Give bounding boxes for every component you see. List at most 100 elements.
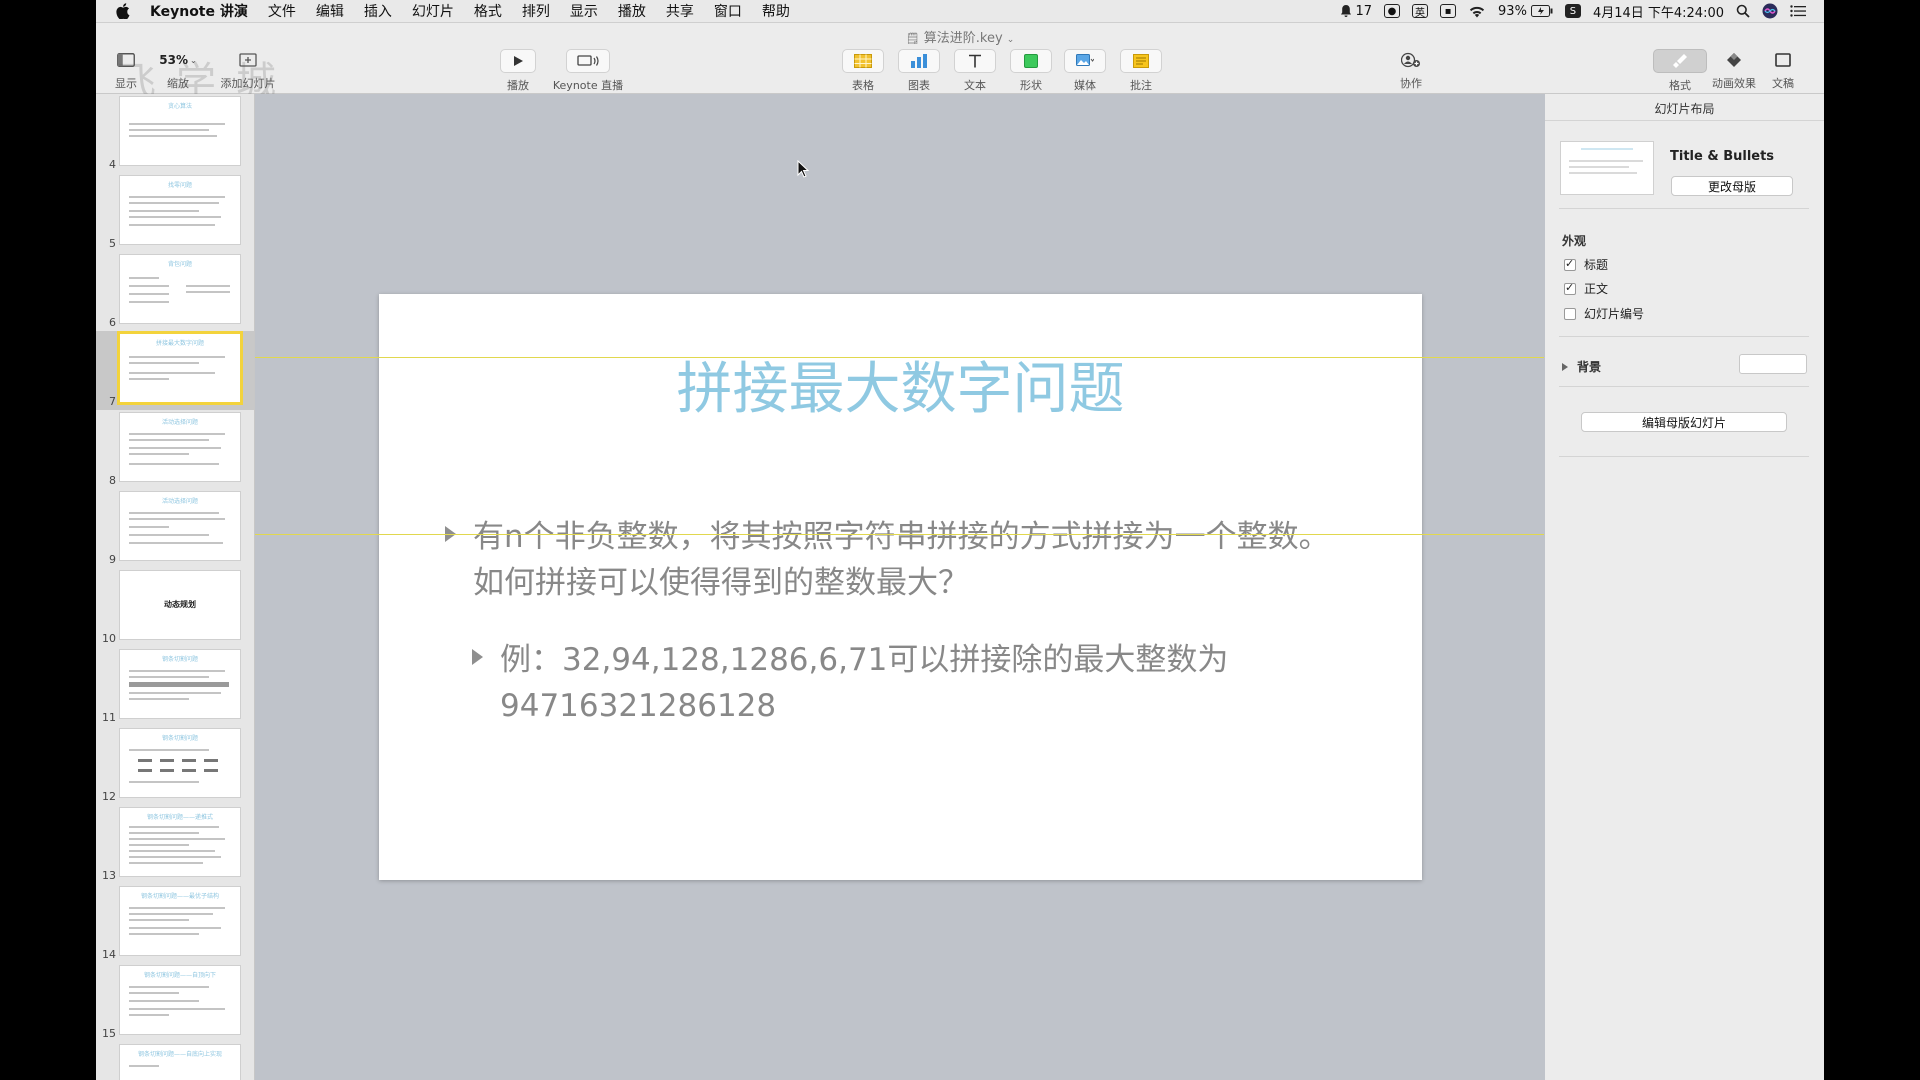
divider	[1559, 456, 1809, 457]
screen: Keynote 讲演 文件 编辑 插入 幻灯片 格式 排列 显示 播放 共享 窗…	[96, 0, 1824, 1080]
battery-status[interactable]: 93%	[1498, 4, 1553, 19]
slide-number-option[interactable]: 幻灯片编号	[1564, 305, 1644, 322]
battery-icon	[1530, 5, 1553, 17]
background-disclosure[interactable]: 背景	[1562, 358, 1601, 375]
menu-app[interactable]: Keynote 讲演	[150, 1, 248, 21]
media-button[interactable]: 媒体	[1063, 49, 1107, 93]
app-s-icon[interactable]: S	[1564, 4, 1581, 18]
animate-button[interactable]: 动画效果	[1707, 49, 1761, 91]
collaborate-button[interactable]: 协作	[1391, 49, 1431, 91]
title-checkbox[interactable]	[1564, 257, 1576, 271]
table-icon	[854, 54, 872, 68]
keynote-doc-icon: 🗒	[905, 32, 920, 45]
title-option[interactable]: 标题	[1564, 256, 1608, 273]
body-checkbox[interactable]	[1564, 281, 1576, 295]
shape-button-frame	[1010, 49, 1052, 73]
chart-button[interactable]: 图表	[897, 49, 941, 93]
animate-label: 动画效果	[1712, 77, 1756, 90]
comment-button[interactable]: 批注	[1119, 49, 1163, 93]
keynote-live-button[interactable]: Keynote 直播	[551, 49, 625, 93]
master-thumbnail[interactable]	[1561, 142, 1653, 194]
alignment-guide	[255, 357, 1544, 358]
collaborate-icon	[1401, 52, 1420, 68]
slide-thumb-7[interactable]: 拼接最大数字问题 7	[96, 331, 254, 410]
slide-thumb-8[interactable]: 活动选择问题 8	[96, 410, 254, 489]
siri-icon[interactable]	[1762, 3, 1778, 19]
slide-thumbnail: 钢条切割问题——递推式	[120, 808, 240, 876]
bell-icon	[1341, 5, 1352, 17]
mic-icon[interactable]: ●	[1384, 4, 1401, 18]
slide-thumb-12[interactable]: 钢条切割问题 12	[96, 726, 254, 805]
slide-thumb-6[interactable]: 背包问题 6	[96, 252, 254, 331]
zoom-button[interactable]: 53% ⌄ 缩放	[158, 49, 198, 91]
thumb-title: 背包问题	[167, 261, 192, 268]
body-option[interactable]: 正文	[1564, 280, 1608, 297]
slide-thumbnail: 钢条切割问题——自顶向下	[120, 966, 240, 1034]
notification-status[interactable]: 17	[1340, 4, 1372, 19]
control-center-icon[interactable]	[1790, 5, 1806, 17]
shape-button[interactable]: 形状	[1009, 49, 1053, 93]
change-master-button[interactable]: 更改母版	[1671, 176, 1793, 196]
keynote-live-icon	[577, 55, 599, 66]
table-button[interactable]: 表格	[841, 49, 885, 93]
text-button-frame	[954, 49, 996, 73]
slide-thumb-16[interactable]: 钢条切割问题——自底向上实现	[96, 1042, 254, 1080]
view-button[interactable]: 显示	[106, 49, 146, 91]
appearance-label: 外观	[1562, 234, 1587, 248]
spotlight-search-icon[interactable]	[1736, 4, 1750, 18]
menu-edit[interactable]: 编辑	[316, 1, 344, 21]
keynote-live-button-frame	[566, 49, 610, 73]
chevron-down-icon: ⌄	[1006, 35, 1015, 45]
thumb-title: 活动选择问题	[161, 498, 198, 505]
menu-insert[interactable]: 插入	[364, 1, 392, 21]
text-button[interactable]: 文本	[953, 49, 997, 93]
document-button[interactable]: 文稿	[1763, 49, 1803, 91]
add-slide-button[interactable]: 添加幻灯片	[218, 49, 278, 91]
document-title[interactable]: 🗒 算法进阶.key ⌄	[96, 27, 1824, 46]
slide-number: 14	[102, 948, 116, 961]
bullet-1[interactable]: 有n个非负整数，将其按照字符串拼接的方式拼接为一个整数。 如何拼接可以使得得到的…	[445, 514, 1330, 606]
menu-share[interactable]: 共享	[666, 1, 694, 21]
background-color-well[interactable]	[1739, 354, 1807, 374]
edit-master-slide-button[interactable]: 编辑母版幻灯片	[1581, 412, 1787, 432]
bullet-2[interactable]: 例：32,94,128,1286,6,71可以拼接除的最大整数为 9471632…	[472, 637, 1228, 729]
bullet-1-line-2: 如何拼接可以使得得到的整数最大？	[473, 565, 969, 601]
slide-thumb-13[interactable]: 钢条切割问题——递推式 13	[96, 805, 254, 884]
slide-thumb-9[interactable]: 活动选择问题 9	[96, 489, 254, 568]
menu-window[interactable]: 窗口	[714, 1, 742, 21]
clock[interactable]: 4月14日 下午4:24:00	[1593, 2, 1724, 21]
menu-slide[interactable]: 幻灯片	[412, 1, 454, 21]
add-slide-button-frame	[218, 49, 278, 71]
slide-thumb-5[interactable]: 找零问题 5	[96, 173, 254, 252]
input-method-indicator[interactable]: 英	[1412, 4, 1429, 19]
current-slide[interactable]: 拼接最大数字问题 有n个非负整数，将其按照字符串拼接的方式拼接为一个整数。 如何…	[379, 294, 1422, 880]
menu-play[interactable]: 播放	[618, 1, 646, 21]
play-label: 播放	[507, 79, 529, 92]
slide-number-checkbox[interactable]	[1564, 307, 1576, 320]
slide-thumbnail: 拼接最大数字问题	[120, 334, 240, 402]
slide-thumb-11[interactable]: 钢条切割问题 11	[96, 647, 254, 726]
play-button[interactable]: 播放	[500, 49, 536, 93]
bullet-2-line-1: 例：32,94,128,1286,6,71可以拼接除的最大整数为	[500, 642, 1229, 678]
slide-thumb-4[interactable]: 贪心算法 4	[96, 94, 254, 173]
slide-canvas[interactable]: 拼接最大数字问题 有n个非负整数，将其按照字符串拼接的方式拼接为一个整数。 如何…	[255, 94, 1544, 1080]
menu-format[interactable]: 格式	[474, 1, 502, 21]
menu-view[interactable]: 显示	[570, 1, 598, 21]
apple-menu-icon[interactable]	[116, 3, 132, 19]
screen-record-icon[interactable]: ▪	[1440, 4, 1457, 18]
document-label: 文稿	[1772, 77, 1794, 90]
menu-help[interactable]: 帮助	[762, 1, 790, 21]
format-inspector: 幻灯片布局 Title & Bullets 更改母版 外观 标题 正文 幻灯片编…	[1545, 94, 1824, 1080]
wifi-icon[interactable]	[1468, 5, 1486, 18]
slide-thumb-14[interactable]: 钢条切割问题——最优子结构 14	[96, 884, 254, 963]
slide-thumb-10[interactable]: 动态规划 10	[96, 568, 254, 647]
comment-button-frame	[1120, 49, 1162, 73]
slide-thumbnail: 钢条切割问题——最优子结构	[120, 887, 240, 955]
slide-thumb-15[interactable]: 钢条切割问题——自顶向下 15	[96, 963, 254, 1042]
format-button[interactable]: 格式	[1653, 49, 1707, 93]
chart-icon	[911, 54, 927, 68]
menu-arrange[interactable]: 排列	[522, 1, 550, 21]
bullet-2-text: 例：32,94,128,1286,6,71可以拼接除的最大整数为 9471632…	[500, 637, 1228, 729]
slide-thumbnail: 背包问题	[120, 255, 240, 323]
menu-file[interactable]: 文件	[268, 1, 296, 21]
